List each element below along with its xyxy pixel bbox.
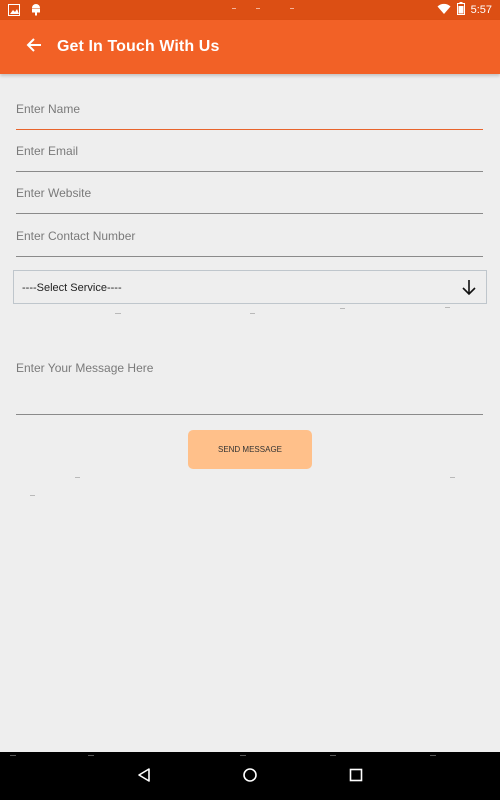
- page-title: Get In Touch With Us: [57, 38, 220, 55]
- message-field[interactable]: Enter Your Message Here: [16, 355, 483, 415]
- email-underline: [16, 171, 483, 172]
- arrow-left-icon: [26, 37, 42, 58]
- image-icon: [8, 3, 20, 21]
- status-time: 5:57: [470, 4, 492, 16]
- nav-back-button[interactable]: [133, 766, 155, 788]
- back-button[interactable]: [20, 33, 48, 61]
- contact-number-underline: [16, 256, 483, 257]
- website-field[interactable]: Enter Website: [16, 184, 483, 214]
- arrow-down-icon: [461, 279, 477, 297]
- message-placeholder: Enter Your Message Here: [16, 361, 154, 375]
- back-triangle-icon: [136, 767, 152, 788]
- service-select[interactable]: ----Select Service----: [13, 270, 487, 304]
- contact-number-field[interactable]: Enter Contact Number: [16, 227, 483, 257]
- message-underline: [16, 414, 483, 415]
- send-message-button[interactable]: SEND MESSAGE: [188, 430, 312, 469]
- website-underline: [16, 213, 483, 214]
- name-placeholder: Enter Name: [16, 102, 81, 116]
- name-underline: [16, 128, 483, 130]
- status-left-icons: [8, 3, 42, 21]
- service-select-value: ----Select Service----: [22, 282, 122, 294]
- system-nav-bar: [0, 752, 500, 800]
- contact-number-placeholder: Enter Contact Number: [16, 229, 136, 243]
- status-notification-marks: [232, 4, 302, 14]
- email-placeholder: Enter Email: [16, 144, 79, 158]
- nav-recents-button[interactable]: [345, 766, 367, 788]
- home-circle-icon: [242, 767, 258, 788]
- status-bar: 5:57: [0, 0, 500, 20]
- nav-home-button[interactable]: [239, 766, 261, 788]
- name-field[interactable]: Enter Name: [16, 100, 483, 130]
- website-placeholder: Enter Website: [16, 186, 92, 200]
- email-field[interactable]: Enter Email: [16, 142, 483, 172]
- battery-icon: [456, 2, 465, 18]
- status-right-icons: 5:57: [437, 2, 492, 18]
- android-icon: [30, 3, 42, 21]
- wifi-icon: [437, 3, 451, 18]
- app-bar: Get In Touch With Us: [0, 20, 500, 74]
- recents-square-icon: [349, 768, 363, 787]
